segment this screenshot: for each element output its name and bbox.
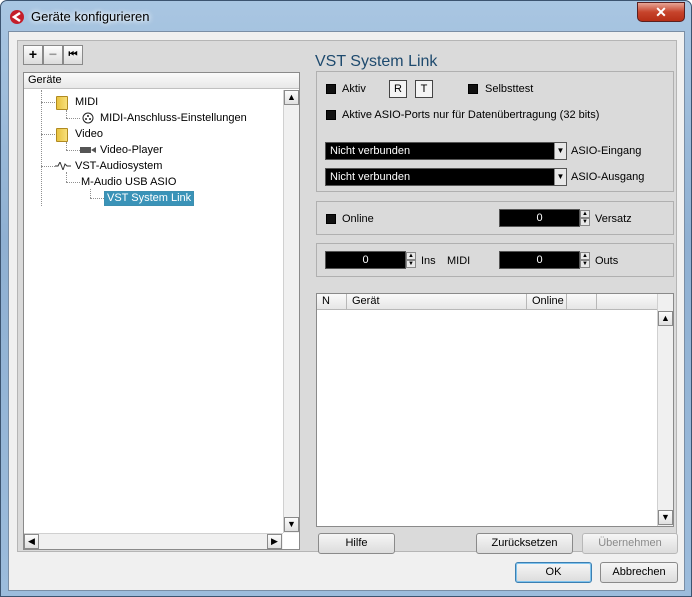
- column-header-geraet[interactable]: Gerät: [347, 294, 527, 310]
- hilfe-button[interactable]: Hilfe: [318, 533, 395, 554]
- folder-icon: [56, 96, 68, 110]
- chevron-down-icon[interactable]: ▼: [554, 143, 566, 159]
- versatz-value: 0: [536, 212, 543, 224]
- remove-device-button[interactable]: −: [43, 45, 63, 65]
- tree-node-vst-audiosystem[interactable]: VST-Audiosystem: [75, 160, 162, 173]
- scroll-down-icon[interactable]: ▼: [284, 517, 299, 532]
- outs-stepper[interactable]: 0 ▲ ▼: [499, 251, 590, 269]
- tree-node-midi[interactable]: MIDI: [75, 96, 98, 109]
- asio-ausgang-value: Nicht verbunden: [330, 171, 411, 183]
- dialog-window: Geräte konfigurieren ✕ + − ⏮ Geräte MIDI…: [0, 0, 692, 597]
- tree-line: [66, 110, 67, 118]
- spin-down-icon[interactable]: ▼: [580, 218, 590, 226]
- tree-node-video[interactable]: Video: [75, 128, 103, 141]
- tree-line: [66, 172, 67, 182]
- asio-ports-checkbox[interactable]: [326, 110, 336, 120]
- tree-horizontal-scrollbar[interactable]: ◀ ▶: [24, 533, 283, 549]
- zuruecksetzen-button[interactable]: Zurücksetzen: [476, 533, 573, 554]
- tree-line: [41, 102, 55, 103]
- folder-icon: [56, 128, 68, 142]
- spin-up-icon[interactable]: ▲: [406, 252, 416, 260]
- outs-value: 0: [536, 254, 543, 266]
- tree-node-video-player[interactable]: Video-Player: [100, 144, 163, 157]
- tree-node-vst-system-link[interactable]: VST System Link: [104, 191, 195, 206]
- close-button[interactable]: ✕: [637, 2, 685, 22]
- tree-line: [90, 189, 91, 198]
- tree-line: [41, 90, 42, 206]
- asio-eingang-value: Nicht verbunden: [330, 145, 411, 157]
- window-title: Geräte konfigurieren: [31, 9, 150, 24]
- connection-group: Aktiv R T Selbsttest Aktive ASIO-Ports n…: [316, 71, 674, 192]
- chevron-down-icon[interactable]: ▼: [554, 169, 566, 185]
- versatz-label: Versatz: [595, 213, 632, 225]
- dialog-client: + − ⏮ Geräte MIDI MIDI-Anschluss-Einstel…: [8, 31, 685, 591]
- selbsttest-label: Selbsttest: [485, 83, 534, 95]
- versatz-stepper[interactable]: 0 ▲ ▼: [499, 209, 590, 227]
- ins-label: Ins: [421, 255, 436, 267]
- r-button[interactable]: R: [389, 80, 407, 98]
- midi-group: 0 ▲ ▼ Ins MIDI 0 ▲ ▼ Outs: [316, 243, 674, 277]
- aktiv-checkbox[interactable]: [326, 84, 336, 94]
- spin-up-icon[interactable]: ▲: [580, 252, 590, 260]
- tree-line: [66, 142, 67, 150]
- tree-node-midi-anschluss[interactable]: MIDI-Anschluss-Einstellungen: [100, 112, 247, 125]
- outs-label: Outs: [595, 255, 619, 267]
- content-area: + − ⏮ Geräte MIDI MIDI-Anschluss-Einstel…: [17, 40, 678, 554]
- title-bar[interactable]: Geräte konfigurieren ✕: [1, 1, 691, 31]
- t-button[interactable]: T: [415, 80, 433, 98]
- tree-line: [41, 134, 55, 135]
- selbsttest-checkbox[interactable]: [468, 84, 478, 94]
- spin-down-icon[interactable]: ▼: [406, 260, 416, 268]
- scroll-up-icon[interactable]: ▲: [658, 311, 673, 326]
- uebernehmen-button[interactable]: Übernehmen: [582, 533, 678, 554]
- tree-line: [66, 118, 80, 119]
- midi-label: MIDI: [447, 255, 471, 267]
- video-player-icon: [80, 147, 96, 153]
- tree-line: [66, 182, 80, 183]
- column-header-n[interactable]: N: [317, 294, 347, 310]
- spin-down-icon[interactable]: ▼: [580, 260, 590, 268]
- cubase-logo-icon: [10, 10, 24, 24]
- ins-value: 0: [362, 254, 369, 266]
- asio-ausgang-label: ASIO-Ausgang: [571, 171, 645, 183]
- table-header: N Gerät Online: [317, 294, 657, 310]
- asio-ports-label: Aktive ASIO-Ports nur für Datenübertragu…: [342, 109, 600, 121]
- audio-system-icon: [55, 162, 71, 170]
- device-table: N Gerät Online ▲ ▼: [316, 293, 674, 527]
- asio-eingang-select[interactable]: Nicht verbunden ▼: [325, 142, 567, 160]
- scroll-down-icon[interactable]: ▼: [658, 510, 673, 525]
- scroll-left-icon[interactable]: ◀: [24, 534, 39, 549]
- column-header-empty: [567, 294, 597, 310]
- online-checkbox[interactable]: [326, 214, 336, 224]
- tree-node-m-audio[interactable]: M-Audio USB ASIO: [81, 176, 176, 189]
- spin-up-icon[interactable]: ▲: [580, 210, 590, 218]
- ok-button[interactable]: OK: [515, 562, 592, 583]
- abbrechen-button[interactable]: Abbrechen: [600, 562, 678, 583]
- scroll-up-icon[interactable]: ▲: [284, 90, 299, 105]
- add-device-button[interactable]: +: [23, 45, 43, 65]
- midi-port-icon: [82, 112, 94, 124]
- tree-vertical-scrollbar[interactable]: ▲ ▼: [283, 90, 299, 533]
- table-vertical-scrollbar[interactable]: ▲ ▼: [657, 294, 673, 526]
- reset-device-button[interactable]: ⏮: [63, 45, 83, 65]
- asio-ausgang-select[interactable]: Nicht verbunden ▼: [325, 168, 567, 186]
- online-group: Online 0 ▲ ▼ Versatz: [316, 201, 674, 235]
- tree-header: Geräte: [24, 73, 299, 89]
- tree-line: [66, 150, 80, 151]
- online-label: Online: [342, 213, 374, 225]
- tree-line: [41, 166, 55, 167]
- panel-title: VST System Link: [315, 53, 438, 70]
- asio-eingang-label: ASIO-Eingang: [571, 145, 642, 157]
- aktiv-label: Aktiv: [342, 83, 366, 95]
- ins-stepper[interactable]: 0 ▲ ▼: [325, 251, 416, 269]
- column-header-online[interactable]: Online: [527, 294, 567, 310]
- scroll-right-icon[interactable]: ▶: [267, 534, 282, 549]
- tree-line: [90, 198, 104, 199]
- device-tree: Geräte MIDI MIDI-Anschluss-Einstellungen: [23, 72, 300, 550]
